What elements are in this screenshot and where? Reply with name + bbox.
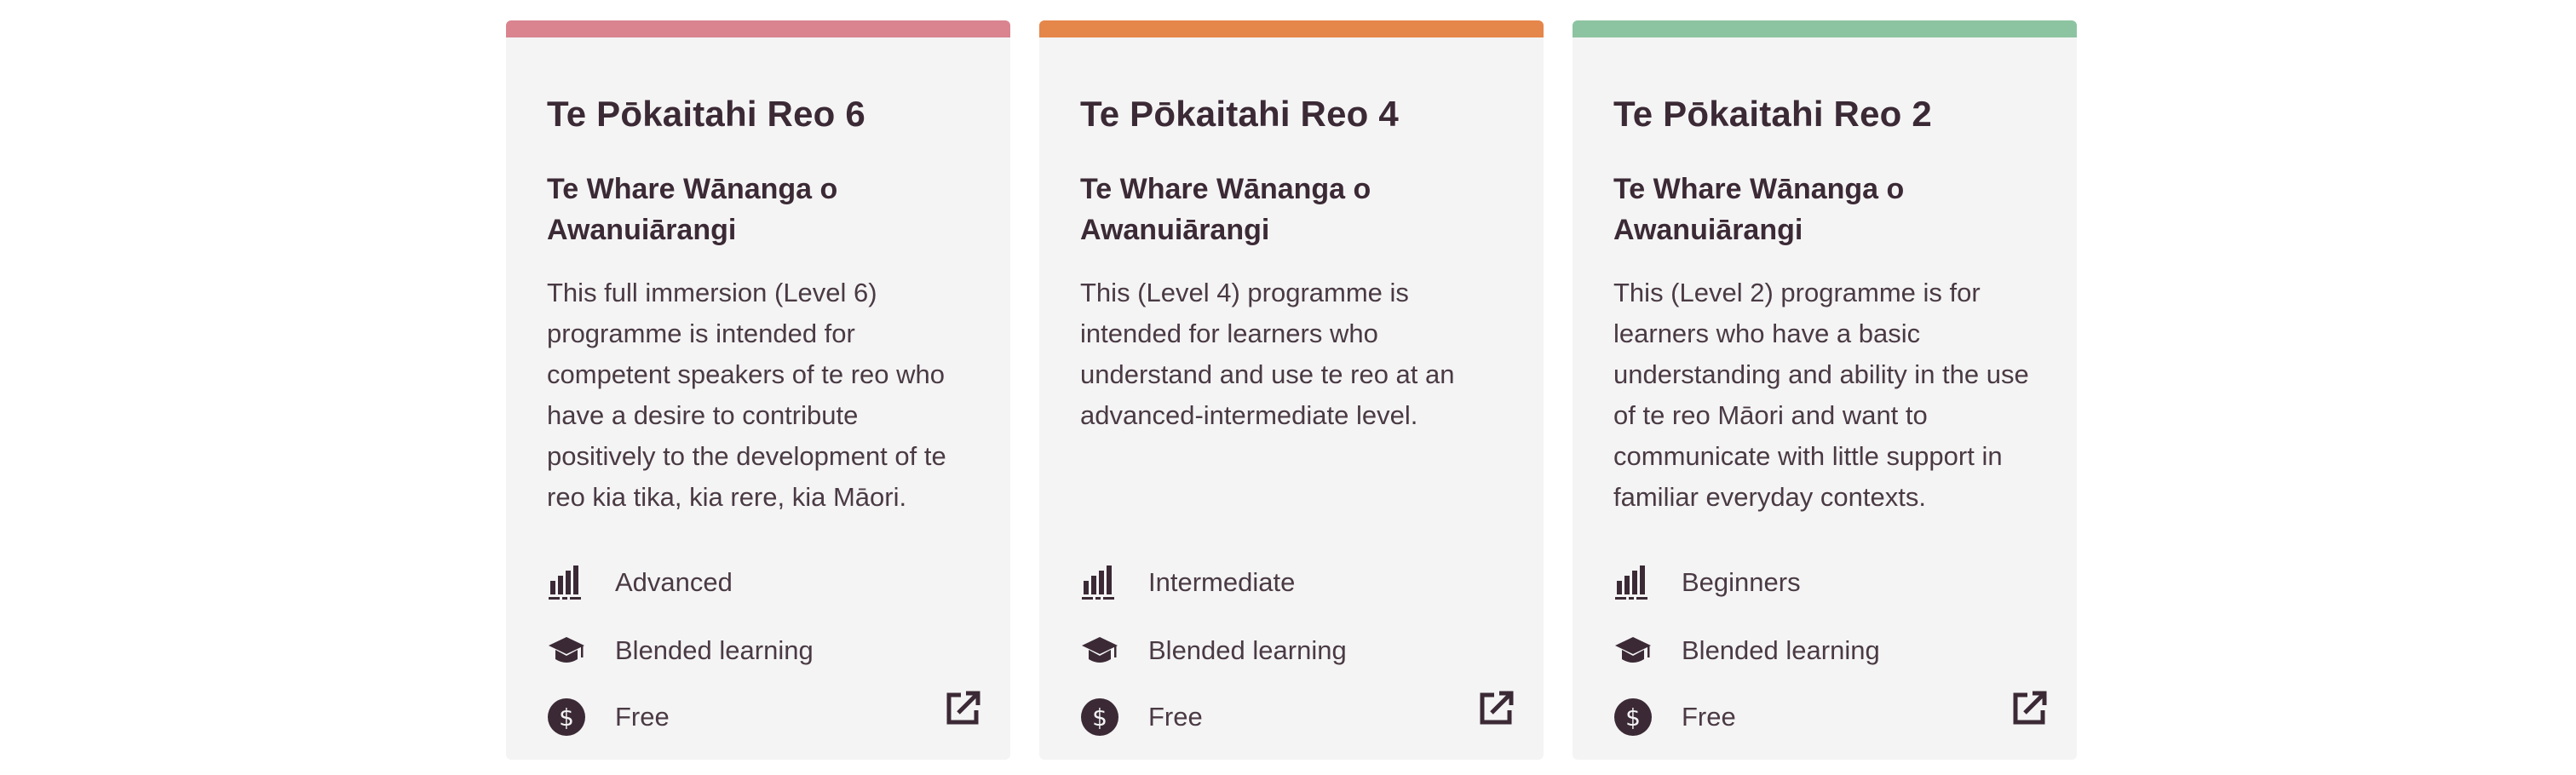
course-card[interactable]: Te Pōkaitahi Reo 2 Te Whare Wānanga o Aw… bbox=[1573, 20, 2077, 760]
svg-text:$: $ bbox=[1625, 703, 1641, 732]
course-description: This (Level 2) programme is for learners… bbox=[1613, 278, 2029, 512]
course-title[interactable]: Te Pōkaitahi Reo 4 bbox=[1080, 92, 1399, 136]
card-accent-bar bbox=[1573, 20, 2077, 37]
course-provider: Te Whare Wānanga o Awanuiārangi bbox=[1080, 173, 1371, 246]
delivery-mode-row: Blended learning bbox=[1080, 630, 1472, 671]
card-body: Te Pōkaitahi Reo 6 Te Whare Wānanga o Aw… bbox=[547, 37, 976, 760]
delivery-mode-label: Blended learning bbox=[1682, 635, 1880, 665]
dollar-circle-icon: $ bbox=[547, 698, 586, 737]
external-link-icon[interactable] bbox=[2009, 688, 2050, 729]
course-title[interactable]: Te Pōkaitahi Reo 2 bbox=[1613, 92, 1932, 136]
card-accent-bar bbox=[506, 20, 1010, 37]
cost-label: Free bbox=[1682, 702, 1736, 732]
delivery-mode-label: Blended learning bbox=[1148, 635, 1347, 665]
level-label: Advanced bbox=[615, 567, 733, 597]
dollar-circle-icon: $ bbox=[1613, 698, 1653, 737]
level-row: Beginners bbox=[1613, 562, 2005, 603]
svg-text:$: $ bbox=[1092, 703, 1107, 732]
external-link-icon[interactable] bbox=[1475, 688, 1516, 729]
dollar-circle-icon: $ bbox=[1080, 698, 1119, 737]
graduation-cap-icon bbox=[1613, 631, 1653, 670]
level-label: Intermediate bbox=[1148, 567, 1296, 597]
course-provider: Te Whare Wānanga o Awanuiārangi bbox=[1613, 173, 1905, 246]
svg-text:$: $ bbox=[559, 703, 574, 732]
cost-label: Free bbox=[1148, 702, 1203, 732]
delivery-mode-row: Blended learning bbox=[1613, 630, 2005, 671]
course-description: This full immersion (Level 6) programme … bbox=[547, 278, 946, 512]
level-row: Intermediate bbox=[1080, 562, 1472, 603]
external-link-icon[interactable] bbox=[942, 688, 983, 729]
cost-row: $ Free bbox=[1080, 697, 1472, 738]
course-title[interactable]: Te Pōkaitahi Reo 6 bbox=[547, 92, 865, 136]
course-card[interactable]: Te Pōkaitahi Reo 6 Te Whare Wānanga o Aw… bbox=[506, 20, 1010, 760]
level-row: Advanced bbox=[547, 562, 939, 603]
graduation-cap-icon bbox=[1080, 631, 1119, 670]
level-bars-icon bbox=[1613, 563, 1653, 602]
cost-row: $ Free bbox=[547, 697, 939, 738]
course-card-list: Te Pōkaitahi Reo 6 Te Whare Wānanga o Aw… bbox=[0, 0, 2576, 775]
course-card[interactable]: Te Pōkaitahi Reo 4 Te Whare Wānanga o Aw… bbox=[1039, 20, 1544, 760]
course-description: This (Level 4) programme is intended for… bbox=[1080, 278, 1455, 430]
course-provider: Te Whare Wānanga o Awanuiārangi bbox=[547, 173, 838, 246]
cost-label: Free bbox=[615, 702, 670, 732]
delivery-mode-label: Blended learning bbox=[615, 635, 814, 665]
delivery-mode-row: Blended learning bbox=[547, 630, 939, 671]
card-body: Te Pōkaitahi Reo 4 Te Whare Wānanga o Aw… bbox=[1080, 37, 1509, 760]
level-bars-icon bbox=[1080, 563, 1119, 602]
level-bars-icon bbox=[547, 563, 586, 602]
card-body: Te Pōkaitahi Reo 2 Te Whare Wānanga o Aw… bbox=[1613, 37, 2043, 760]
level-label: Beginners bbox=[1682, 567, 1801, 597]
card-accent-bar bbox=[1039, 20, 1544, 37]
graduation-cap-icon bbox=[547, 631, 586, 670]
cost-row: $ Free bbox=[1613, 697, 2005, 738]
